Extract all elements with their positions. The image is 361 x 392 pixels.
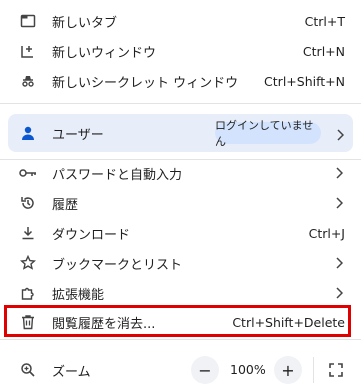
person-icon [19, 124, 37, 142]
highlight-box [4, 305, 351, 337]
menu-item-label: 新しいタブ [52, 15, 118, 31]
profile-card[interactable]: ユーザー ログインしていません [8, 114, 353, 152]
new-window-icon [19, 42, 37, 60]
menu-item-label: 新しいウィンドウ [52, 45, 157, 61]
download-icon [19, 224, 37, 242]
fullscreen-icon [329, 363, 343, 377]
menu-item-passwords[interactable]: パスワードと自動入力 [0, 158, 361, 188]
zoom-in-button[interactable]: + [274, 356, 302, 384]
star-icon [19, 254, 37, 272]
chevron-right-icon [334, 166, 344, 180]
menu-item-label: パスワードと自動入力 [52, 167, 183, 183]
menu-item-label: 拡張機能 [52, 287, 105, 303]
zoom-label: ズーム [52, 364, 91, 380]
zoom-out-button[interactable]: − [191, 356, 219, 384]
puzzle-icon [19, 284, 37, 302]
menu-item-bookmarks[interactable]: ブックマークとリスト [0, 248, 361, 278]
sign-in-status-badge: ログインしていません [215, 119, 321, 148]
divider [0, 103, 361, 104]
menu-item-label: 新しいシークレット ウィンドウ [52, 75, 239, 91]
zoom-row: ズーム − 100% + [0, 341, 361, 384]
zoom-label-row: ズーム [0, 356, 361, 384]
menu-item-new-window[interactable]: 新しいウィンドウ Ctrl+N [0, 36, 361, 66]
menu-item-label: ユーザー [52, 127, 104, 143]
divider [0, 339, 361, 340]
incognito-icon [19, 72, 37, 90]
history-icon [19, 194, 37, 212]
menu-item-label: ブックマークとリスト [52, 257, 183, 273]
menu-item-new-tab[interactable]: 新しいタブ Ctrl+T [0, 6, 361, 36]
fullscreen-button[interactable] [328, 362, 344, 378]
menu-item-label: 履歴 [52, 197, 79, 213]
chevron-right-icon [336, 126, 345, 145]
key-icon [19, 164, 37, 182]
shortcut-label: Ctrl+Shift+N [264, 73, 345, 89]
menu-item-history[interactable]: 履歴 [0, 188, 361, 218]
chrome-main-menu: 新しいタブ Ctrl+T 新しいウィンドウ Ctrl+N 新しいシークレット ウ… [0, 0, 361, 392]
shortcut-label: Ctrl+N [302, 43, 345, 59]
zoom-icon [19, 361, 37, 379]
divider [313, 357, 314, 383]
chevron-right-icon [334, 286, 344, 300]
menu-item-extensions[interactable]: 拡張機能 [0, 278, 361, 308]
chevron-right-icon [334, 196, 344, 210]
shortcut-label: Ctrl+T [304, 13, 345, 29]
menu-item-incognito[interactable]: 新しいシークレット ウィンドウ Ctrl+Shift+N [0, 66, 361, 96]
menu-item-downloads[interactable]: ダウンロード Ctrl+J [0, 218, 361, 248]
menu-item-label: ダウンロード [52, 227, 131, 243]
chevron-right-icon [334, 256, 344, 270]
zoom-level: 100% [230, 362, 266, 377]
shortcut-label: Ctrl+J [308, 225, 345, 241]
new-tab-icon [19, 12, 37, 30]
